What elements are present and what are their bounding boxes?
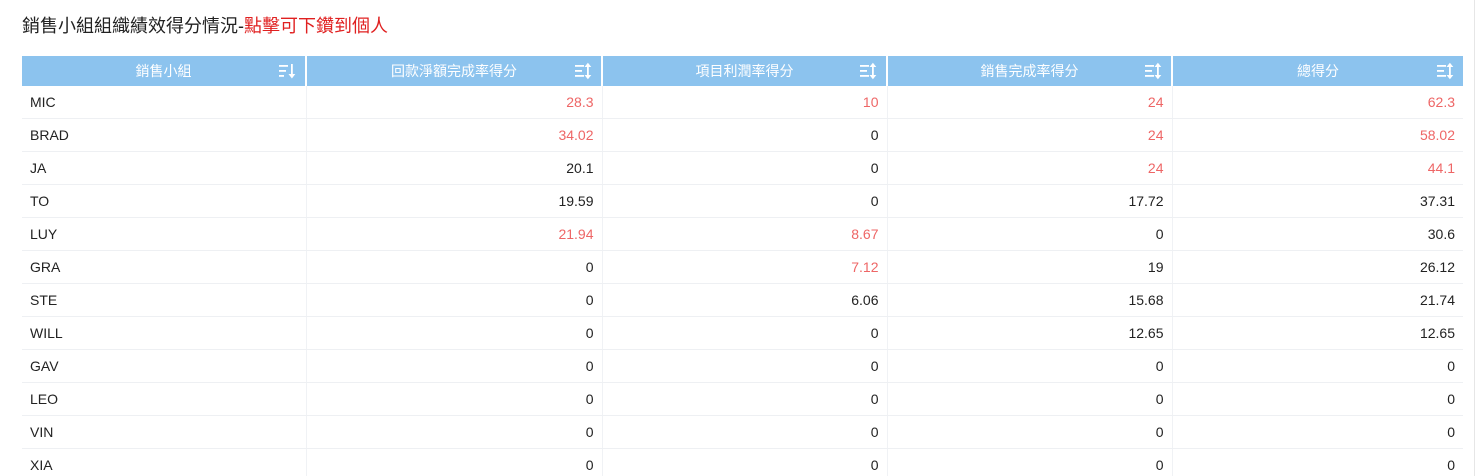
title-text: 銷售小組組織績效得分情況- xyxy=(22,16,244,36)
sales-completion-score-cell: 15.68 xyxy=(887,283,1173,317)
header-row: 銷售小組 回款淨額完成率得分 項目利潤率得分 銷售完成率得分 總得分 xyxy=(22,56,1463,86)
collection-score-cell: 0 xyxy=(306,415,603,449)
column-header-collection-score[interactable]: 回款淨額完成率得分 xyxy=(306,56,603,86)
table-row[interactable]: LEO 0 0 0 0 xyxy=(22,382,1463,416)
sales-group-cell[interactable]: VIN xyxy=(22,415,307,449)
total-score-cell: 0 xyxy=(1172,349,1463,383)
column-header-label: 回款淨額完成率得分 xyxy=(391,63,517,79)
sales-completion-score-cell: 24 xyxy=(887,86,1173,119)
sales-group-cell[interactable]: JA xyxy=(22,151,307,185)
table-body: MIC 28.3 10 24 62.3 BRAD 34.02 0 24 58.02 JA 20.1 0 2… xyxy=(22,86,1463,476)
column-header-sales-completion-score[interactable]: 銷售完成率得分 xyxy=(887,56,1173,86)
column-header-label: 項目利潤率得分 xyxy=(695,63,794,79)
sales-completion-score-cell: 0 xyxy=(887,349,1173,383)
drilldown-hint-link[interactable]: 點擊可下鑽到個人 xyxy=(244,16,388,36)
project-margin-score-cell: 0 xyxy=(602,151,888,185)
column-header-label: 總得分 xyxy=(1297,63,1339,79)
collection-score-cell: 0 xyxy=(306,283,603,317)
collection-score-cell: 0 xyxy=(306,349,603,383)
total-score-cell: 30.6 xyxy=(1172,217,1463,251)
table-row[interactable]: MIC 28.3 10 24 62.3 xyxy=(22,86,1463,119)
sales-group-cell[interactable]: LEO xyxy=(22,382,307,416)
panel-edge-divider xyxy=(1474,0,1475,476)
sort-icon[interactable] xyxy=(1144,62,1162,80)
collection-score-cell: 0 xyxy=(306,316,603,350)
column-header-total-score[interactable]: 總得分 xyxy=(1172,56,1463,86)
column-header-sales-group[interactable]: 銷售小組 xyxy=(22,56,307,86)
sales-group-cell[interactable]: WILL xyxy=(22,316,307,350)
project-margin-score-cell: 8.67 xyxy=(602,217,888,251)
project-margin-score-cell: 0 xyxy=(602,349,888,383)
sort-icon[interactable] xyxy=(574,62,592,80)
table-header: 銷售小組 回款淨額完成率得分 項目利潤率得分 銷售完成率得分 總得分 xyxy=(22,56,1463,86)
project-margin-score-cell: 6.06 xyxy=(602,283,888,317)
sales-completion-score-cell: 17.72 xyxy=(887,184,1173,218)
project-margin-score-cell: 0 xyxy=(602,415,888,449)
project-margin-score-cell: 0 xyxy=(602,184,888,218)
sales-completion-score-cell: 0 xyxy=(887,382,1173,416)
table-row[interactable]: TO 19.59 0 17.72 37.31 xyxy=(22,184,1463,218)
sales-completion-score-cell: 24 xyxy=(887,118,1173,152)
total-score-cell: 44.1 xyxy=(1172,151,1463,185)
collection-score-cell: 0 xyxy=(306,448,603,476)
sales-completion-score-cell: 0 xyxy=(887,448,1173,476)
collection-score-cell: 28.3 xyxy=(306,86,603,119)
project-margin-score-cell: 0 xyxy=(602,382,888,416)
sales-group-cell[interactable]: MIC xyxy=(22,86,307,119)
sales-completion-score-cell: 0 xyxy=(887,217,1173,251)
sales-group-cell[interactable]: XIA xyxy=(22,448,307,476)
total-score-cell: 21.74 xyxy=(1172,283,1463,317)
sales-group-cell[interactable]: GAV xyxy=(22,349,307,383)
project-margin-score-cell: 0 xyxy=(602,316,888,350)
sort-icon[interactable] xyxy=(1436,62,1454,80)
sales-group-cell[interactable]: TO xyxy=(22,184,307,218)
page: 銷售小組組織績效得分情況-點擊可下鑽到個人 銷售小組 回款淨額完成率得分 項目利… xyxy=(0,0,1482,476)
table-row[interactable]: WILL 0 0 12.65 12.65 xyxy=(22,316,1463,350)
sales-completion-score-cell: 19 xyxy=(887,250,1173,284)
collection-score-cell: 34.02 xyxy=(306,118,603,152)
collection-score-cell: 0 xyxy=(306,250,603,284)
project-margin-score-cell: 7.12 xyxy=(602,250,888,284)
sales-completion-score-cell: 24 xyxy=(887,151,1173,185)
collection-score-cell: 19.59 xyxy=(306,184,603,218)
total-score-cell: 12.65 xyxy=(1172,316,1463,350)
column-header-label: 銷售完成率得分 xyxy=(980,63,1079,79)
collection-score-cell: 0 xyxy=(306,382,603,416)
table-row[interactable]: BRAD 34.02 0 24 58.02 xyxy=(22,118,1463,152)
sales-group-cell[interactable]: GRA xyxy=(22,250,307,284)
total-score-cell: 37.31 xyxy=(1172,184,1463,218)
table-row[interactable]: GAV 0 0 0 0 xyxy=(22,349,1463,383)
sales-completion-score-cell: 12.65 xyxy=(887,316,1173,350)
sales-group-cell[interactable]: STE xyxy=(22,283,307,317)
project-margin-score-cell: 0 xyxy=(602,448,888,476)
total-score-cell: 0 xyxy=(1172,448,1463,476)
total-score-cell: 0 xyxy=(1172,382,1463,416)
table-row[interactable]: VIN 0 0 0 0 xyxy=(22,415,1463,449)
table-row[interactable]: JA 20.1 0 24 44.1 xyxy=(22,151,1463,185)
performance-score-table: 銷售小組 回款淨額完成率得分 項目利潤率得分 銷售完成率得分 總得分 MIC 2… xyxy=(22,56,1463,476)
total-score-cell: 58.02 xyxy=(1172,118,1463,152)
total-score-cell: 26.12 xyxy=(1172,250,1463,284)
table-row[interactable]: LUY 21.94 8.67 0 30.6 xyxy=(22,217,1463,251)
table-row[interactable]: STE 0 6.06 15.68 21.74 xyxy=(22,283,1463,317)
collection-score-cell: 20.1 xyxy=(306,151,603,185)
sales-completion-score-cell: 0 xyxy=(887,415,1173,449)
column-header-label: 銷售小組 xyxy=(135,63,192,79)
collection-score-cell: 21.94 xyxy=(306,217,603,251)
project-margin-score-cell: 0 xyxy=(602,118,888,152)
sort-descending-icon[interactable] xyxy=(278,62,296,80)
project-margin-score-cell: 10 xyxy=(602,86,888,119)
sales-group-cell[interactable]: LUY xyxy=(22,217,307,251)
table-row[interactable]: XIA 0 0 0 0 xyxy=(22,448,1463,476)
sales-group-cell[interactable]: BRAD xyxy=(22,118,307,152)
column-header-project-margin-score[interactable]: 項目利潤率得分 xyxy=(602,56,888,86)
total-score-cell: 62.3 xyxy=(1172,86,1463,119)
page-title: 銷售小組組織績效得分情況-點擊可下鑽到個人 xyxy=(22,12,388,40)
total-score-cell: 0 xyxy=(1172,415,1463,449)
sort-icon[interactable] xyxy=(859,62,877,80)
table-row[interactable]: GRA 0 7.12 19 26.12 xyxy=(22,250,1463,284)
